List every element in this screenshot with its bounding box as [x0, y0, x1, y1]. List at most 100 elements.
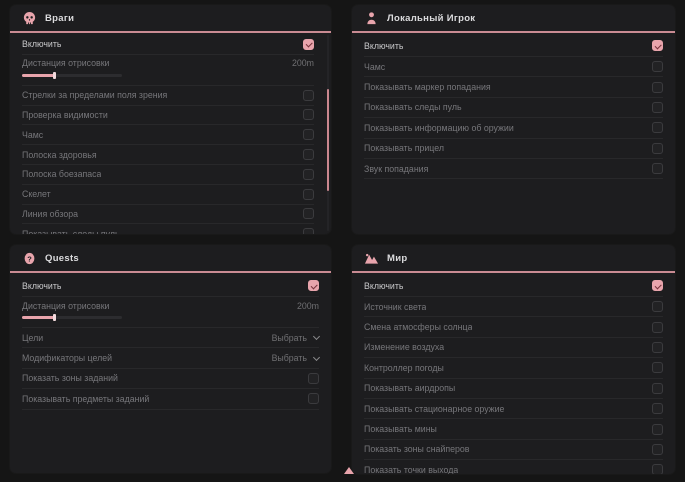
- slider-track[interactable]: [22, 316, 122, 319]
- row-enemies-6[interactable]: Полоска боезапаса: [22, 165, 314, 185]
- checkbox[interactable]: [652, 163, 663, 174]
- row-quests-0[interactable]: Включить: [22, 275, 319, 297]
- row-quests-1: Дистанция отрисовки200m: [22, 297, 319, 328]
- row-local-player-3[interactable]: Показывать следы пуль: [364, 98, 663, 118]
- row-quests-5[interactable]: Показывать предметы заданий: [22, 389, 319, 409]
- row-enemies-8[interactable]: Линия обзора: [22, 205, 314, 225]
- triangle-up-icon: [344, 467, 354, 474]
- checkbox[interactable]: [652, 82, 663, 93]
- row-enemies-7[interactable]: Скелет: [22, 185, 314, 205]
- checkbox[interactable]: [652, 403, 663, 414]
- row-world-0[interactable]: Включить: [364, 275, 663, 297]
- row-label: Показывать аирдропы: [364, 383, 455, 393]
- slider-track[interactable]: [22, 74, 122, 77]
- row-enemies-5[interactable]: Полоска здоровья: [22, 145, 314, 165]
- row-label: Чамс: [364, 62, 385, 72]
- panel-local-player-header: Локальный Игрок: [352, 5, 675, 33]
- dropdown-value: Выбрать: [272, 353, 307, 363]
- row-label: Показывать мины: [364, 424, 437, 434]
- row-enemies-4[interactable]: Чамс: [22, 125, 314, 145]
- row-label: Источник света: [364, 302, 426, 312]
- row-enemies-0[interactable]: Включить: [22, 35, 314, 55]
- checkbox[interactable]: [652, 143, 663, 154]
- row-local-player-6[interactable]: Звук попадания: [364, 159, 663, 179]
- cheat-menu-overlay: Враги ВключитьДистанция отрисовки200mСтр…: [0, 0, 685, 482]
- panel-world-header: Мир: [352, 245, 675, 273]
- row-label: Контроллер погоды: [364, 363, 444, 373]
- checkbox[interactable]: [303, 90, 314, 101]
- dropdown[interactable]: Выбрать: [272, 353, 319, 363]
- row-label: Полоска здоровья: [22, 150, 97, 160]
- row-local-player-1[interactable]: Чамс: [364, 57, 663, 77]
- checkbox[interactable]: [652, 280, 663, 291]
- row-label: Показать зоны снайперов: [364, 444, 469, 454]
- slider-fill: [22, 316, 55, 319]
- checkbox[interactable]: [652, 102, 663, 113]
- chevron-down-icon: [313, 333, 320, 340]
- row-label: Звук попадания: [364, 164, 428, 174]
- checkbox[interactable]: [652, 122, 663, 133]
- row-world-4[interactable]: Контроллер погоды: [364, 358, 663, 378]
- checkbox[interactable]: [303, 189, 314, 200]
- row-local-player-5[interactable]: Показывать прицел: [364, 139, 663, 159]
- checkbox[interactable]: [303, 109, 314, 120]
- slider-header: Дистанция отрисовки200m: [22, 299, 319, 312]
- scrollbar-thumb[interactable]: [327, 89, 329, 191]
- checkbox[interactable]: [303, 129, 314, 140]
- row-enemies-3[interactable]: Проверка видимости: [22, 106, 314, 126]
- row-world-1[interactable]: Источник света: [364, 297, 663, 317]
- row-world-8[interactable]: Показать зоны снайперов: [364, 440, 663, 460]
- row-quests-2: ЦелиВыбрать: [22, 328, 319, 348]
- row-label: Показывать предметы заданий: [22, 394, 149, 404]
- panel-title: Локальный Игрок: [387, 13, 475, 24]
- slider-label: Дистанция отрисовки: [22, 58, 109, 68]
- checkbox[interactable]: [652, 301, 663, 312]
- dropdown[interactable]: Выбрать: [272, 333, 319, 343]
- checkbox[interactable]: [652, 444, 663, 455]
- checkbox[interactable]: [652, 464, 663, 474]
- checkbox[interactable]: [308, 393, 319, 404]
- checkbox[interactable]: [303, 149, 314, 160]
- row-world-2[interactable]: Смена атмосферы солнца: [364, 317, 663, 337]
- checkbox[interactable]: [303, 208, 314, 219]
- chevron-down-icon: [313, 354, 320, 361]
- row-local-player-2[interactable]: Показывать маркер попадания: [364, 77, 663, 97]
- slider-thumb[interactable]: [53, 72, 56, 79]
- row-label: Показывать маркер попадания: [364, 82, 491, 92]
- checkbox[interactable]: [303, 39, 314, 50]
- row-label: Стрелки за пределами поля зрения: [22, 90, 167, 100]
- checkbox[interactable]: [652, 424, 663, 435]
- checkbox[interactable]: [652, 342, 663, 353]
- slider-value: 200m: [292, 58, 314, 68]
- panel-local-player: Локальный Игрок Включить Чамс Показывать м…: [352, 5, 675, 234]
- row-local-player-0[interactable]: Включить: [364, 35, 663, 57]
- row-enemies-9[interactable]: Показывать следы пуль: [22, 224, 314, 234]
- row-world-6[interactable]: Показывать стационарное оружие: [364, 399, 663, 419]
- panel-enemies: Враги ВключитьДистанция отрисовки200mСтр…: [10, 5, 331, 234]
- checkbox[interactable]: [308, 373, 319, 384]
- mountain-icon: [364, 251, 379, 266]
- row-quests-4[interactable]: Показать зоны заданий: [22, 369, 319, 389]
- row-world-3[interactable]: Изменение воздуха: [364, 338, 663, 358]
- row-world-7[interactable]: Показывать мины: [364, 419, 663, 439]
- row-world-9[interactable]: Показать точки выхода: [364, 460, 663, 474]
- checkbox[interactable]: [652, 61, 663, 72]
- row-world-5[interactable]: Показывать аирдропы: [364, 379, 663, 399]
- person-icon: [364, 11, 379, 26]
- checkbox[interactable]: [652, 362, 663, 373]
- panel-title: Quests: [45, 253, 79, 264]
- checkbox[interactable]: [303, 228, 314, 234]
- row-label: Чамс: [22, 130, 43, 140]
- row-label: Включить: [364, 41, 403, 51]
- checkbox[interactable]: [308, 280, 319, 291]
- checkbox[interactable]: [303, 169, 314, 180]
- row-local-player-4[interactable]: Показывать информацию об оружии: [364, 118, 663, 138]
- checkbox[interactable]: [652, 40, 663, 51]
- row-label: Показывать следы пуль: [22, 229, 120, 234]
- row-label: Проверка видимости: [22, 110, 108, 120]
- panel-quests-header: ? Quests: [10, 245, 331, 273]
- checkbox[interactable]: [652, 383, 663, 394]
- row-enemies-2[interactable]: Стрелки за пределами поля зрения: [22, 86, 314, 106]
- slider-thumb[interactable]: [53, 314, 56, 321]
- checkbox[interactable]: [652, 322, 663, 333]
